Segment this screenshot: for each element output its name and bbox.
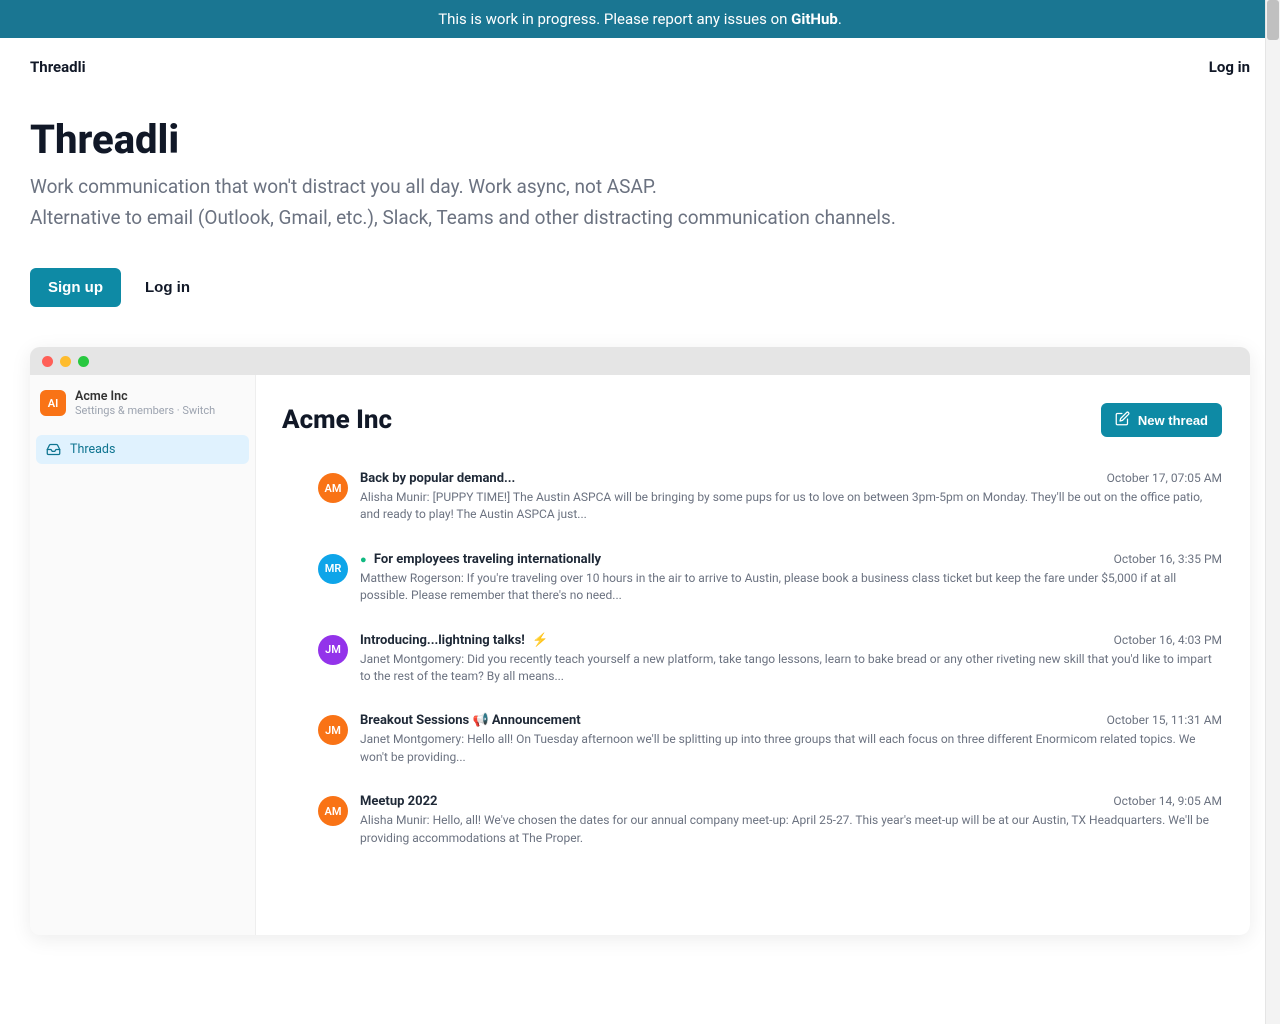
avatar: MR [318, 554, 348, 584]
thread-row[interactable]: AM Back by popular demand... October 17, 0… [318, 471, 1222, 524]
thread-title: ● For employees traveling internationall… [360, 552, 601, 567]
thread-title: Meetup 2022 [360, 794, 437, 809]
top-nav: Threadli Log in [0, 38, 1280, 116]
thread-body: Introducing...lightning talks! ⚡ October … [360, 633, 1222, 686]
announcement-banner: This is work in progress. Please report … [0, 0, 1280, 38]
thread-preview: Janet Montgomery: Hello all! On Tuesday … [360, 731, 1222, 766]
banner-github-link[interactable]: GitHub [791, 10, 838, 28]
thread-header: Meetup 2022 October 14, 9:05 AM [360, 794, 1222, 809]
thread-title-text: Breakout Sessions 📢 Announcement [360, 713, 581, 728]
avatar: AM [318, 473, 348, 503]
sidebar-nav: Threads [30, 431, 255, 468]
edit-icon [1115, 411, 1130, 429]
sidebar-item-label: Threads [70, 442, 115, 457]
thread-author: Alisha Munir: [360, 813, 430, 827]
thread-title: Introducing...lightning talks! ⚡ [360, 633, 548, 648]
cta-row: Sign up Log in [30, 268, 1250, 307]
window-titlebar [30, 347, 1250, 375]
thread-author: Alisha Munir: [360, 490, 430, 504]
nav-login-link[interactable]: Log in [1209, 58, 1250, 76]
thread-title-text: Back by popular demand... [360, 471, 515, 486]
thread-author: Matthew Rogerson: [360, 571, 464, 585]
thread-preview: Janet Montgomery: Did you recently teach… [360, 651, 1222, 686]
thread-list: AM Back by popular demand... October 17, 0… [282, 471, 1222, 847]
thread-preview-text: [PUPPY TIME!] The Austin ASPCA will be b… [360, 490, 1202, 521]
app-window: AI Acme Inc Settings & members · Switch … [30, 347, 1250, 935]
thread-body: ● For employees traveling internationall… [360, 552, 1222, 605]
thread-title: Back by popular demand... [360, 471, 515, 486]
thread-preview-text: Hello, all! We've chosen the dates for o… [360, 813, 1209, 844]
app-body: AI Acme Inc Settings & members · Switch … [30, 375, 1250, 935]
thread-preview-text: Did you recently teach yourself a new pl… [360, 652, 1212, 683]
thread-header: ● For employees traveling internationall… [360, 552, 1222, 567]
new-thread-label: New thread [1138, 413, 1208, 428]
app-sidebar: AI Acme Inc Settings & members · Switch … [30, 375, 256, 935]
thread-preview: Matthew Rogerson: If you're traveling ov… [360, 570, 1222, 605]
thread-title-text: Introducing...lightning talks! [360, 633, 525, 648]
org-selector[interactable]: AI Acme Inc Settings & members · Switch [30, 387, 255, 431]
hero-tagline-2: Alternative to email (Outlook, Gmail, et… [30, 204, 1250, 233]
sidebar-item-threads[interactable]: Threads [36, 435, 249, 464]
thread-title: Breakout Sessions 📢 Announcement [360, 713, 581, 728]
thread-title-text: For employees traveling internationally [374, 552, 601, 567]
thread-date: October 15, 11:31 AM [1107, 713, 1222, 727]
window-maximize-icon [78, 356, 89, 367]
banner-text: This is work in progress. Please report … [438, 10, 791, 28]
login-button[interactable]: Log in [145, 279, 190, 296]
org-subtext: Settings & members · Switch [75, 404, 215, 417]
hero-section: Threadli Work communication that won't d… [0, 116, 1280, 347]
thread-date: October 16, 4:03 PM [1114, 633, 1222, 647]
thread-row[interactable]: JM Breakout Sessions 📢 Announcement Octobe… [318, 713, 1222, 766]
banner-suffix: . [838, 10, 842, 28]
window-close-icon [42, 356, 53, 367]
avatar: AM [318, 796, 348, 826]
thread-row[interactable]: AM Meetup 2022 October 14, 9:05 AM Alisha M… [318, 794, 1222, 847]
brand-logo[interactable]: Threadli [30, 58, 86, 76]
main-title: Acme Inc [282, 405, 392, 435]
main-header: Acme Inc New thread [282, 403, 1222, 437]
bolt-icon: ⚡ [532, 633, 548, 648]
unread-dot-icon: ● [360, 553, 367, 566]
thread-preview-text: Hello all! On Tuesday afternoon we'll be… [360, 732, 1196, 763]
window-minimize-icon [60, 356, 71, 367]
thread-author: Janet Montgomery: [360, 732, 464, 746]
thread-title-text: Meetup 2022 [360, 794, 437, 809]
inbox-icon [46, 442, 61, 457]
org-name: Acme Inc [75, 389, 215, 404]
thread-body: Meetup 2022 October 14, 9:05 AM Alisha Mun… [360, 794, 1222, 847]
thread-date: October 17, 07:05 AM [1107, 471, 1222, 485]
thread-header: Introducing...lightning talks! ⚡ October … [360, 633, 1222, 648]
thread-preview: Alisha Munir: [PUPPY TIME!] The Austin A… [360, 489, 1222, 524]
thread-date: October 16, 3:35 PM [1114, 552, 1222, 566]
thread-preview-text: If you're traveling over 10 hours in the… [360, 571, 1176, 602]
thread-body: Back by popular demand... October 17, 07:… [360, 471, 1222, 524]
thread-author: Janet Montgomery: [360, 652, 464, 666]
thread-row[interactable]: MR ● For employees traveling internationa… [318, 552, 1222, 605]
hero-title: Threadli [30, 116, 1250, 163]
thread-preview: Alisha Munir: Hello, all! We've chosen t… [360, 812, 1222, 847]
thread-header: Breakout Sessions 📢 Announcement October … [360, 713, 1222, 728]
thread-date: October 14, 9:05 AM [1113, 794, 1222, 808]
org-text: Acme Inc Settings & members · Switch [75, 389, 215, 417]
avatar: JM [318, 635, 348, 665]
signup-button[interactable]: Sign up [30, 268, 121, 307]
thread-body: Breakout Sessions 📢 Announcement October … [360, 713, 1222, 766]
screenshot-container: AI Acme Inc Settings & members · Switch … [0, 347, 1280, 965]
avatar: JM [318, 715, 348, 745]
thread-row[interactable]: JM Introducing...lightning talks! ⚡ Octobe… [318, 633, 1222, 686]
app-main: Acme Inc New thread AM Back by popular de… [256, 375, 1250, 935]
hero-tagline-1: Work communication that won't distract y… [30, 173, 1250, 202]
thread-header: Back by popular demand... October 17, 07:… [360, 471, 1222, 486]
new-thread-button[interactable]: New thread [1101, 403, 1222, 437]
org-badge-icon: AI [40, 390, 66, 416]
